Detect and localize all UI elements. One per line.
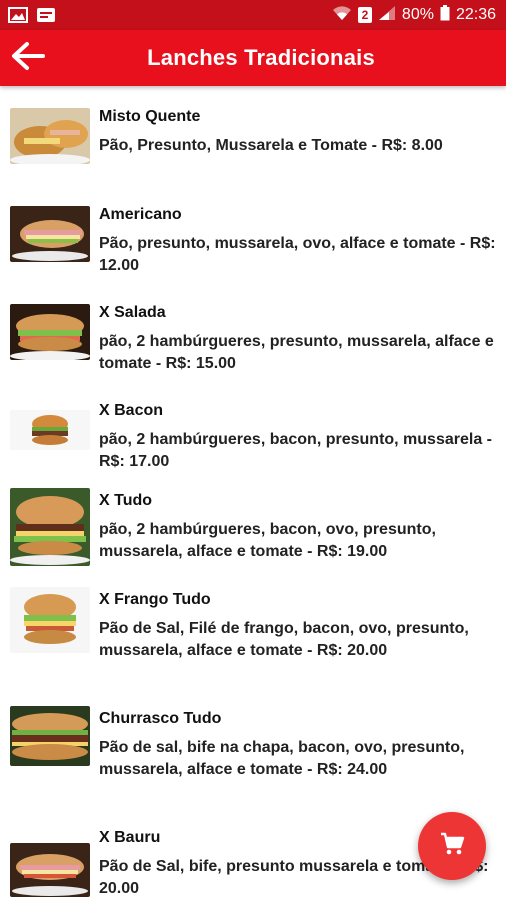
item-description: pão, 2 hambúrgueres, bacon, ovo, presunt… bbox=[99, 521, 436, 560]
back-button[interactable] bbox=[0, 30, 56, 86]
sim-badge: 2 bbox=[357, 7, 372, 23]
food-image bbox=[10, 587, 90, 653]
battery-level: 80% bbox=[401, 6, 434, 23]
item-name: X Tudo bbox=[99, 492, 153, 509]
arrow-left-icon bbox=[11, 41, 45, 76]
product-list: Misto Quente Pão, Presunto, Mussarela e … bbox=[0, 86, 506, 900]
list-item[interactable]: X Salada pão, 2 hambúrgueres, presunto, … bbox=[0, 304, 506, 384]
app-bar: Lanches Tradicionais bbox=[0, 30, 506, 86]
image-icon bbox=[8, 7, 28, 23]
notification-icon bbox=[36, 7, 56, 23]
item-description: Pão de sal, bife na chapa, bacon, ovo, p… bbox=[99, 739, 465, 778]
cart-icon bbox=[439, 831, 465, 862]
food-image bbox=[10, 206, 90, 262]
food-image bbox=[10, 843, 90, 897]
item-name: X Salada bbox=[99, 304, 166, 321]
food-image bbox=[10, 304, 90, 360]
signal-icon bbox=[378, 5, 396, 26]
item-name: X Frango Tudo bbox=[99, 591, 211, 608]
battery-icon bbox=[440, 4, 450, 26]
item-description: Pão, presunto, mussarela, ovo, alface e … bbox=[99, 235, 496, 274]
list-item[interactable]: Misto Quente Pão, Presunto, Mussarela e … bbox=[0, 108, 506, 188]
food-image bbox=[10, 488, 90, 566]
item-description: Pão de Sal, Filé de frango, bacon, ovo, … bbox=[99, 620, 469, 659]
food-image bbox=[10, 108, 90, 164]
food-image bbox=[10, 410, 90, 450]
item-name: Americano bbox=[99, 206, 182, 223]
item-name: X Bacon bbox=[99, 402, 164, 419]
item-description: pão, 2 hambúrgueres, bacon, presunto, mu… bbox=[99, 431, 492, 470]
cart-button[interactable] bbox=[418, 812, 486, 880]
page-title: Lanches Tradicionais bbox=[147, 45, 375, 70]
clock: 22:36 bbox=[455, 6, 496, 23]
food-image bbox=[10, 706, 90, 766]
list-item[interactable]: X Tudo pão, 2 hambúrgueres, bacon, ovo, … bbox=[0, 488, 506, 572]
wifi-icon bbox=[332, 5, 352, 26]
item-name: X Bauru bbox=[99, 829, 161, 846]
status-bar: 2 80% 22:36 bbox=[0, 0, 506, 30]
item-name: Misto Quente bbox=[99, 108, 201, 125]
list-item[interactable]: X Bacon pão, 2 hambúrgueres, bacon, pres… bbox=[0, 402, 506, 482]
list-item[interactable]: X Frango Tudo Pão de Sal, Filé de frango… bbox=[0, 587, 506, 691]
item-name: Churrasco Tudo bbox=[99, 710, 222, 727]
item-description: Pão, Presunto, Mussarela e Tomate - R$: … bbox=[99, 137, 443, 154]
list-item[interactable]: Churrasco Tudo Pão de sal, bife na chapa… bbox=[0, 706, 506, 810]
list-item[interactable]: Americano Pão, presunto, mussarela, ovo,… bbox=[0, 206, 506, 286]
item-description: pão, 2 hambúrgueres, presunto, mussarela… bbox=[99, 333, 494, 372]
